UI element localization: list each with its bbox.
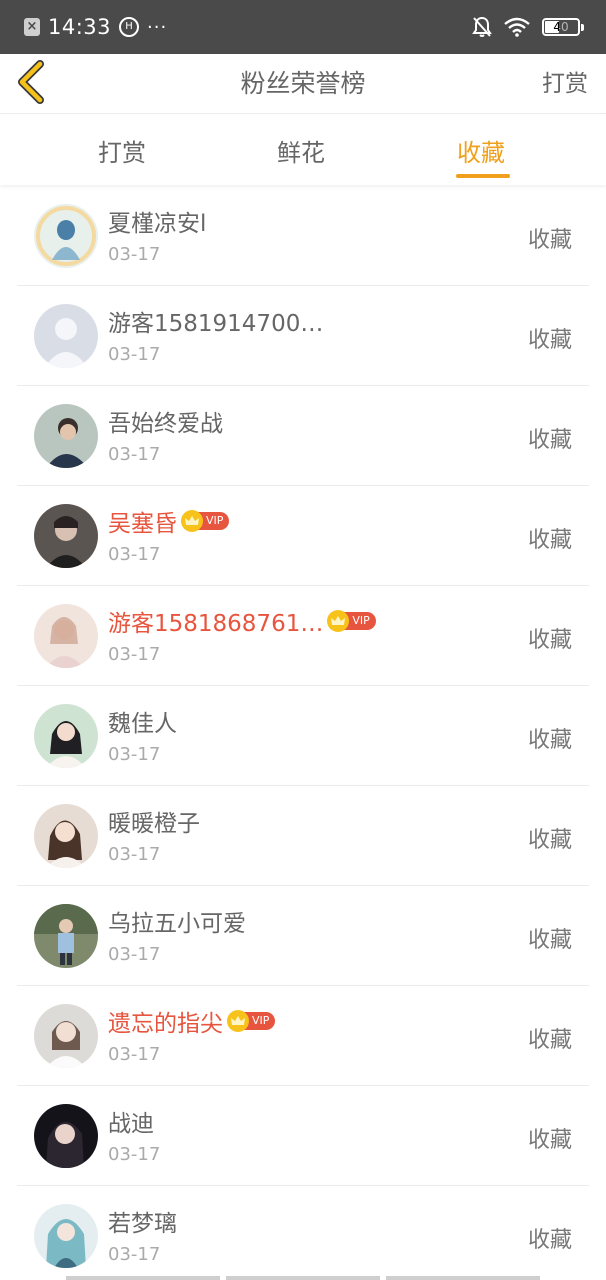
status-bar: × 14:33 H ··· 40 xyxy=(0,0,606,54)
avatar xyxy=(34,1104,98,1168)
date: 03-17 xyxy=(108,1044,161,1065)
active-tab-indicator xyxy=(456,174,510,178)
avatar xyxy=(34,404,98,468)
favorites-list: 夏槿凉安l 03-17 收藏 游客1581914700… 03-17 收藏 吾始… xyxy=(0,186,606,1280)
avatar xyxy=(34,204,98,268)
date: 03-17 xyxy=(108,544,161,565)
header: 粉丝荣誉榜 打赏 xyxy=(0,54,606,114)
date: 03-17 xyxy=(108,244,161,265)
date: 03-17 xyxy=(108,1244,161,1265)
action-label: 收藏 xyxy=(527,628,572,653)
bell-off-icon xyxy=(472,16,492,37)
avatar xyxy=(34,704,98,768)
avatar xyxy=(34,1204,98,1268)
battery-icon: 40 xyxy=(542,18,584,36)
tab-reward[interactable]: 打赏 xyxy=(98,133,146,168)
user-name: 游客1581868761… xyxy=(108,611,324,637)
action-label: 收藏 xyxy=(527,428,572,453)
date: 03-17 xyxy=(108,344,161,365)
vip-badge: VIP xyxy=(327,610,376,632)
data-saver-icon: H xyxy=(119,17,140,37)
user-name: 魏佳人 xyxy=(108,711,177,737)
action-label: 收藏 xyxy=(527,728,572,753)
user-name: 吴塞昏 xyxy=(108,511,177,537)
page-title: 粉丝荣誉榜 xyxy=(240,69,366,98)
list-item[interactable]: 吾始终爱战 03-17 收藏 xyxy=(0,386,606,486)
list-item[interactable]: 游客1581868761… VIP 03-17 收藏 xyxy=(0,586,606,686)
bottom-indicator xyxy=(66,1276,540,1280)
list-item[interactable]: 若梦璃 03-17 收藏 xyxy=(0,1186,606,1280)
list-item[interactable]: 吴塞昏 VIP 03-17 收藏 xyxy=(0,486,606,586)
date: 03-17 xyxy=(108,1144,161,1165)
date: 03-17 xyxy=(108,644,161,665)
user-name: 战迪 xyxy=(108,1111,154,1137)
tab-favorites[interactable]: 收藏 xyxy=(457,133,505,168)
crown-icon xyxy=(181,510,203,532)
list-item[interactable]: 暖暖橙子 03-17 收藏 xyxy=(0,786,606,886)
tab-flowers[interactable]: 鲜花 xyxy=(277,133,325,168)
reward-link[interactable]: 打赏 xyxy=(542,64,588,98)
action-label: 收藏 xyxy=(527,1028,572,1053)
list-item[interactable]: 战迪 03-17 收藏 xyxy=(0,1086,606,1186)
list-item[interactable]: 游客1581914700… 03-17 收藏 xyxy=(0,286,606,386)
list-item[interactable]: 夏槿凉安l 03-17 收藏 xyxy=(0,186,606,286)
user-name: 游客1581914700… xyxy=(108,311,324,337)
action-label: 收藏 xyxy=(527,928,572,953)
notification-app-icon: × xyxy=(24,18,40,36)
action-label: 收藏 xyxy=(527,328,572,353)
crown-icon xyxy=(327,610,350,632)
action-label: 收藏 xyxy=(527,228,572,253)
action-label: 收藏 xyxy=(527,528,572,553)
action-label: 收藏 xyxy=(527,828,572,853)
crown-icon xyxy=(227,1010,249,1032)
vip-badge: VIP xyxy=(227,1010,276,1032)
more-notifications-icon: ··· xyxy=(147,16,168,38)
user-name: 夏槿凉安l xyxy=(108,211,207,237)
vip-badge: VIP xyxy=(181,510,230,532)
user-name: 遗忘的指尖 xyxy=(108,1011,223,1037)
avatar xyxy=(34,904,98,968)
user-name: 乌拉五小可爱 xyxy=(108,911,246,937)
wifi-icon xyxy=(504,17,530,37)
user-name: 吾始终爱战 xyxy=(108,411,223,437)
user-name: 若梦璃 xyxy=(108,1211,177,1237)
battery-level: 40 xyxy=(553,20,569,34)
list-item[interactable]: 乌拉五小可爱 03-17 收藏 xyxy=(0,886,606,986)
date: 03-17 xyxy=(108,844,161,865)
date: 03-17 xyxy=(108,744,161,765)
action-label: 收藏 xyxy=(527,1128,572,1153)
date: 03-17 xyxy=(108,444,161,465)
date: 03-17 xyxy=(108,944,161,965)
avatar xyxy=(34,504,98,568)
avatar xyxy=(34,1004,98,1068)
clock: 14:33 xyxy=(48,15,112,39)
action-label: 收藏 xyxy=(527,1228,572,1253)
user-name: 暖暖橙子 xyxy=(108,811,200,837)
avatar xyxy=(34,304,98,368)
tab-bar: 打赏 鲜花 收藏 xyxy=(0,115,606,185)
avatar xyxy=(34,604,98,668)
list-item[interactable]: 魏佳人 03-17 收藏 xyxy=(0,686,606,786)
avatar xyxy=(34,804,98,868)
list-item[interactable]: 遗忘的指尖 VIP 03-17 收藏 xyxy=(0,986,606,1086)
